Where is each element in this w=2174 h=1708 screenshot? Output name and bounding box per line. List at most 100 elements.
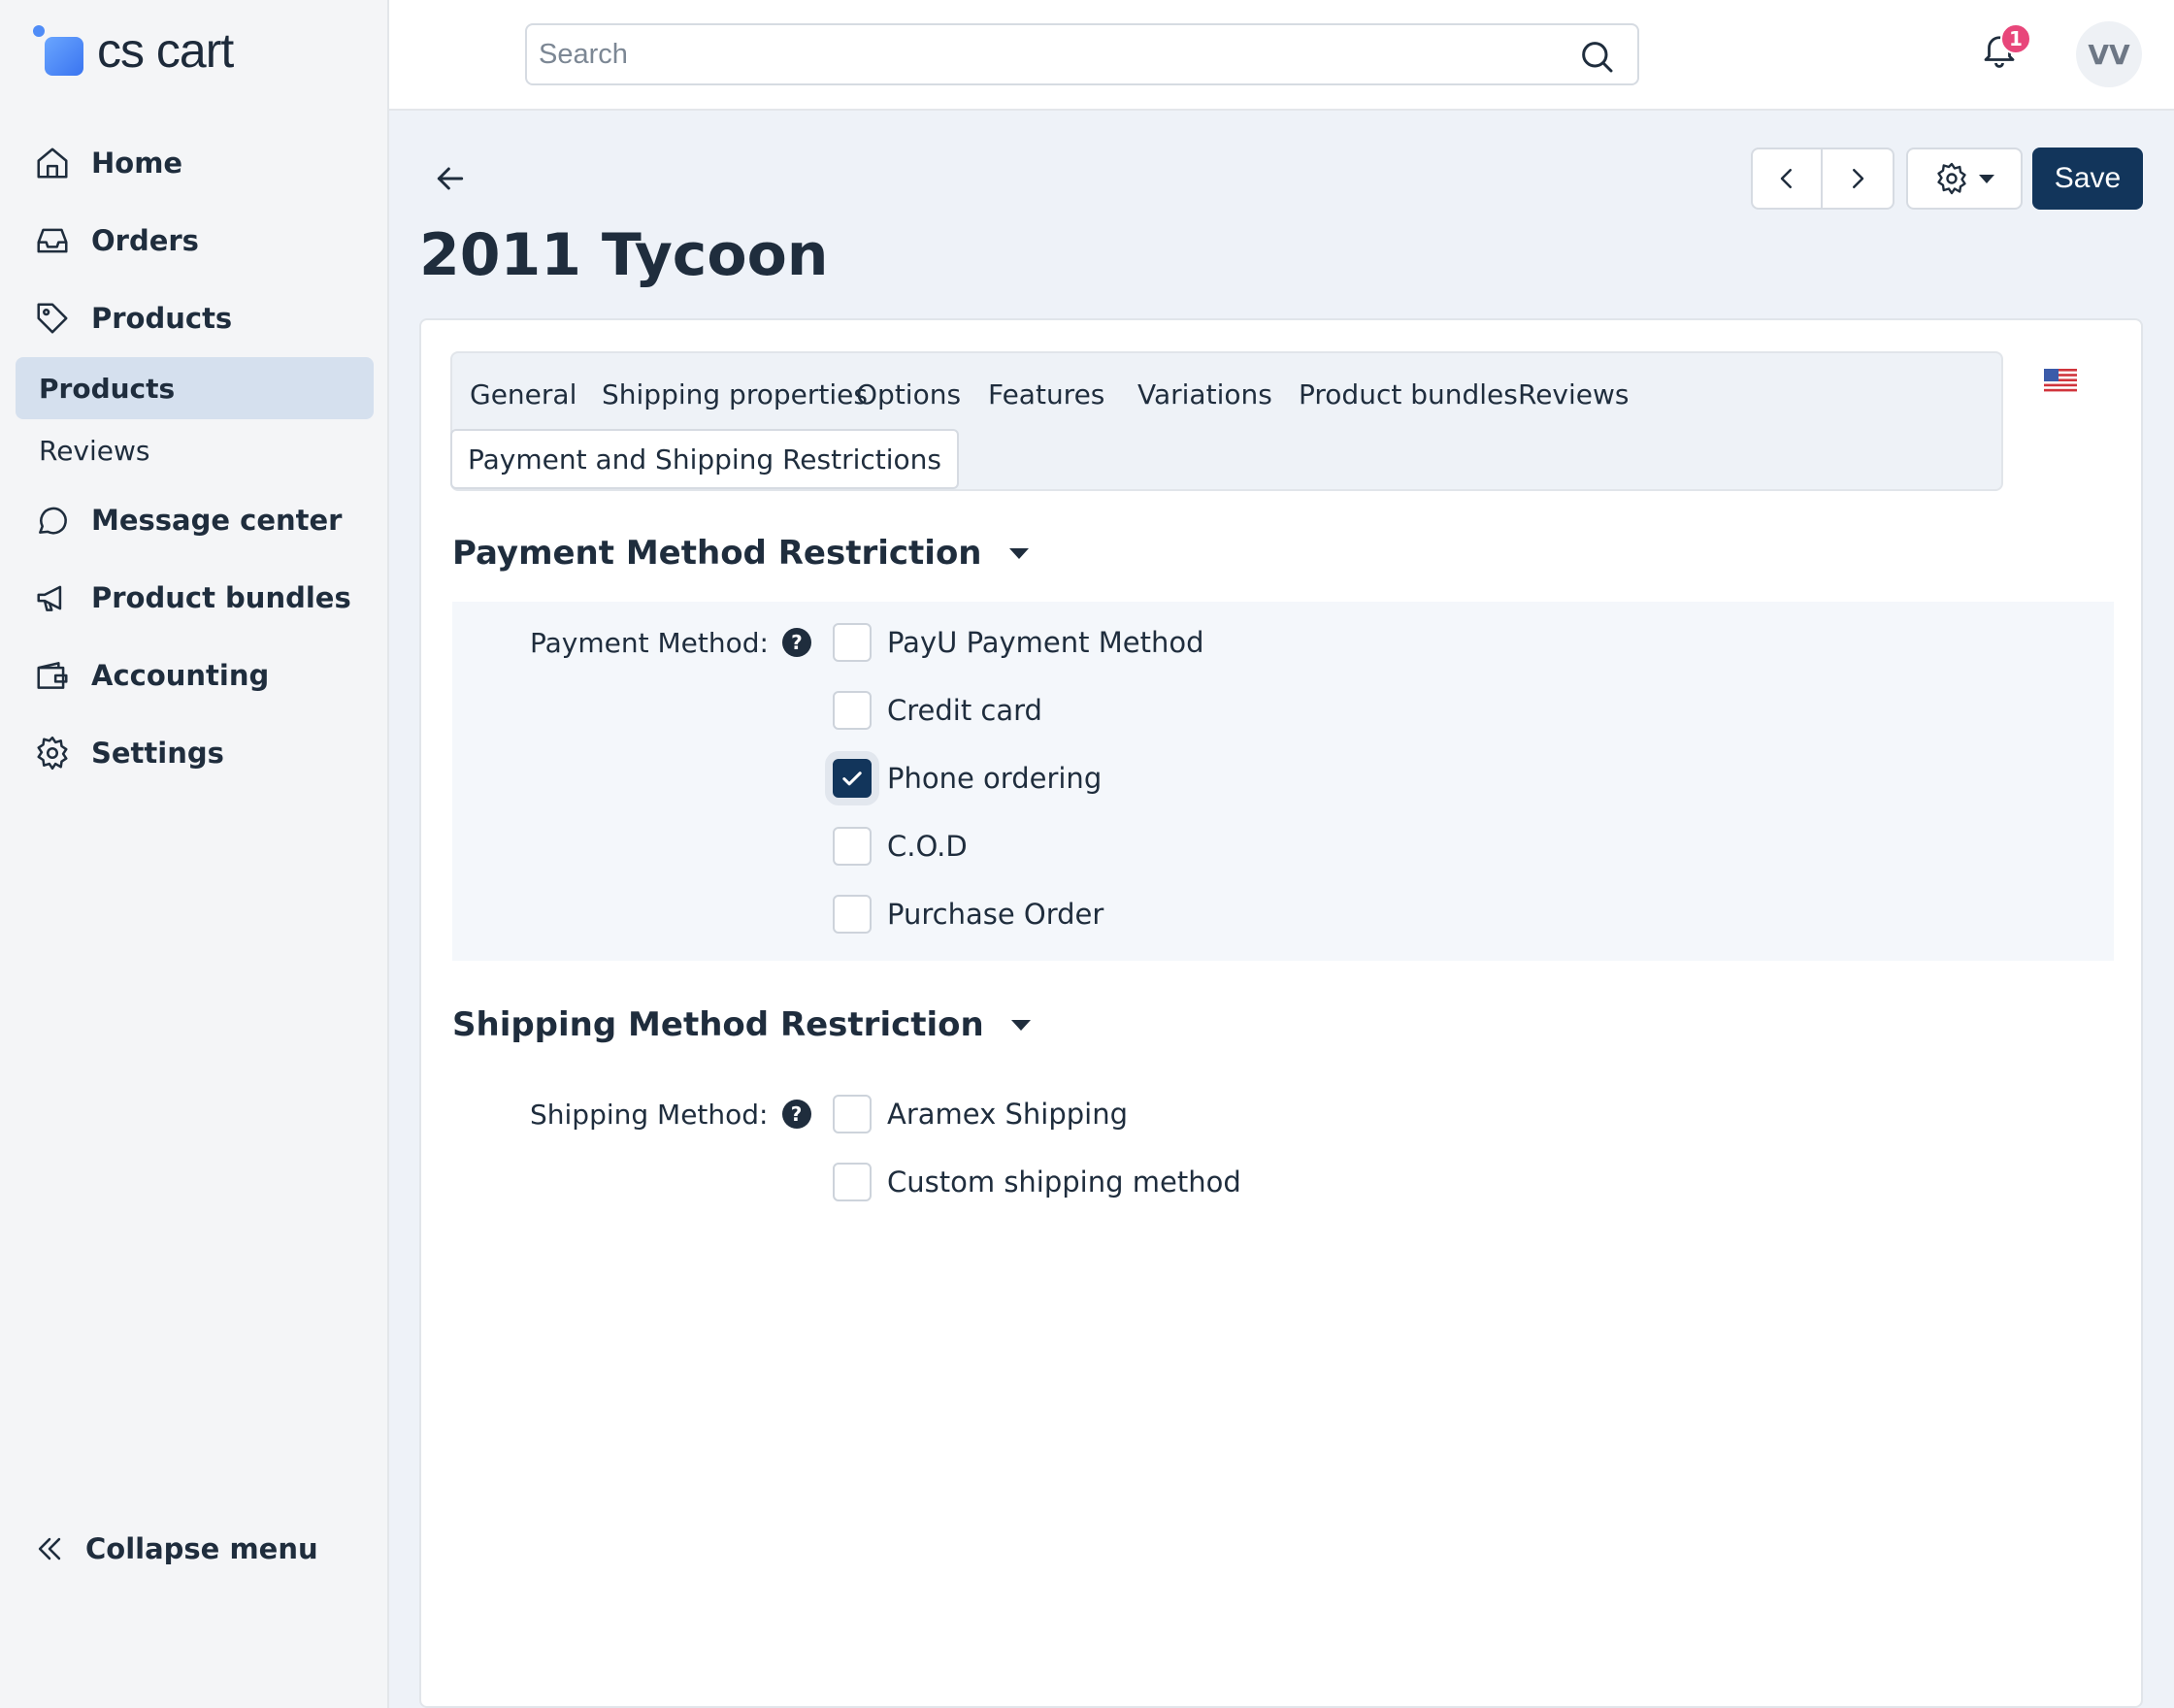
collapse-menu-label: Collapse menu bbox=[85, 1532, 318, 1565]
search-box bbox=[525, 23, 1639, 85]
tab-bar: General Shipping properties Options Feat… bbox=[450, 351, 2003, 491]
tab-payment-shipping-restrictions[interactable]: Payment and Shipping Restrictions bbox=[450, 429, 960, 489]
sidebar-item-label: Home bbox=[91, 147, 183, 180]
option-label: Phone ordering bbox=[887, 762, 1103, 795]
logo[interactable]: cs cart bbox=[31, 21, 234, 80]
shipping-option-custom[interactable]: Custom shipping method bbox=[833, 1161, 1241, 1203]
wallet-icon bbox=[33, 656, 72, 695]
sidebar-item-label: Message center bbox=[91, 504, 343, 537]
checkbox[interactable] bbox=[833, 827, 872, 866]
avatar[interactable]: VV bbox=[2076, 21, 2142, 87]
tab-label: Payment and Shipping Restrictions bbox=[468, 443, 942, 476]
search-input[interactable] bbox=[527, 25, 1575, 83]
inbox-icon bbox=[33, 221, 72, 260]
us-flag-icon[interactable] bbox=[2044, 369, 2077, 392]
tab-features[interactable]: Features bbox=[972, 365, 1120, 423]
previous-button[interactable] bbox=[1751, 148, 1823, 210]
sidebar-item-label: Accounting bbox=[91, 659, 270, 692]
help-icon[interactable]: ? bbox=[781, 628, 811, 657]
tab-label: Product bundles bbox=[1299, 378, 1518, 411]
sidebar-subitem-label: Reviews bbox=[39, 434, 150, 467]
shipping-method-label: Shipping Method: ? bbox=[530, 1093, 811, 1135]
checkbox[interactable] bbox=[833, 691, 872, 730]
sidebar-item-home[interactable]: Home bbox=[0, 124, 389, 202]
payment-section-toggle[interactable]: Payment Method Restriction bbox=[452, 534, 1029, 573]
tab-shipping-properties[interactable]: Shipping properties bbox=[586, 365, 883, 423]
tab-reviews[interactable]: Reviews bbox=[1502, 365, 1645, 423]
option-label: Aramex Shipping bbox=[887, 1098, 1129, 1131]
next-button[interactable] bbox=[1823, 148, 1894, 210]
checkmark-icon bbox=[842, 772, 862, 786]
sidebar-item-label: Product bundles bbox=[91, 581, 351, 614]
home-icon bbox=[33, 144, 72, 182]
payment-option-payu[interactable]: PayU Payment Method bbox=[833, 621, 1204, 664]
product-card: General Shipping properties Options Feat… bbox=[419, 318, 2143, 1708]
tab-label: Reviews bbox=[1518, 378, 1630, 411]
chevron-left-icon bbox=[1780, 169, 1792, 188]
tab-variations[interactable]: Variations bbox=[1122, 365, 1288, 423]
payment-option-purchase-order[interactable]: Purchase Order bbox=[833, 893, 1103, 936]
payment-option-phone-ordering[interactable]: Phone ordering bbox=[833, 757, 1102, 800]
tab-general[interactable]: General bbox=[454, 365, 592, 423]
tab-label: Shipping properties bbox=[602, 378, 868, 411]
chat-icon bbox=[33, 501, 72, 540]
tab-options[interactable]: Options bbox=[840, 365, 976, 423]
payment-option-credit-card[interactable]: Credit card bbox=[833, 689, 1042, 732]
shipping-section-toggle[interactable]: Shipping Method Restriction bbox=[452, 1005, 1031, 1044]
shipping-panel: Shipping Method: ? Aramex Shipping Custo… bbox=[452, 1073, 2114, 1229]
chevron-right-icon bbox=[1853, 169, 1864, 188]
sidebar-item-label: Orders bbox=[91, 224, 199, 257]
checkbox[interactable] bbox=[833, 1163, 872, 1201]
tab-label: General bbox=[470, 378, 577, 411]
settings-dropdown-button[interactable] bbox=[1906, 148, 2023, 210]
sidebar: cs cart Home Orders Products Products Re… bbox=[0, 0, 389, 1708]
sidebar-item-label: Products bbox=[91, 302, 233, 335]
tab-label: Variations bbox=[1137, 378, 1272, 411]
sidebar-item-settings[interactable]: Settings bbox=[0, 714, 389, 792]
page-title: 2011 Tycoon bbox=[419, 221, 829, 289]
search-icon[interactable] bbox=[1577, 37, 1616, 76]
notification-badge: 1 bbox=[2000, 23, 2031, 54]
payment-panel: Payment Method: ? PayU Payment Method Cr… bbox=[452, 602, 2114, 961]
sidebar-subitem-products[interactable]: Products bbox=[16, 357, 374, 419]
sidebar-item-products[interactable]: Products bbox=[0, 279, 389, 357]
help-icon[interactable]: ? bbox=[781, 1100, 811, 1129]
gear-icon bbox=[1937, 162, 1966, 195]
sidebar-item-message-center[interactable]: Message center bbox=[0, 481, 389, 559]
payment-method-label: Payment Method: ? bbox=[530, 621, 811, 664]
tab-label: Options bbox=[856, 378, 962, 411]
chevron-down-icon bbox=[1979, 174, 1994, 183]
option-label: C.O.D bbox=[887, 830, 968, 863]
collapse-menu-button[interactable]: Collapse menu bbox=[33, 1514, 318, 1584]
sidebar-nav: Home Orders Products Products Reviews Me… bbox=[0, 124, 389, 792]
save-button[interactable]: Save bbox=[2032, 148, 2143, 210]
caret-down-icon bbox=[1010, 1019, 1031, 1031]
option-label: Custom shipping method bbox=[887, 1166, 1241, 1199]
logo-icon bbox=[31, 23, 87, 78]
sidebar-item-accounting[interactable]: Accounting bbox=[0, 637, 389, 714]
option-label: PayU Payment Method bbox=[887, 626, 1204, 659]
sidebar-item-orders[interactable]: Orders bbox=[0, 202, 389, 279]
shipping-option-aramex[interactable]: Aramex Shipping bbox=[833, 1093, 1128, 1135]
payment-option-cod[interactable]: C.O.D bbox=[833, 825, 968, 868]
sidebar-item-label: Settings bbox=[91, 737, 224, 770]
checkbox-checked[interactable] bbox=[833, 759, 872, 798]
option-label: Credit card bbox=[887, 694, 1042, 727]
prev-next-group bbox=[1751, 148, 1894, 210]
back-button[interactable] bbox=[431, 159, 470, 198]
sidebar-item-product-bundles[interactable]: Product bundles bbox=[0, 559, 389, 637]
checkbox[interactable] bbox=[833, 1095, 872, 1133]
arrow-left-icon bbox=[437, 167, 464, 190]
sidebar-subitem-reviews[interactable]: Reviews bbox=[0, 419, 389, 481]
logo-text: cs cart bbox=[97, 23, 234, 78]
checkbox[interactable] bbox=[833, 623, 872, 662]
gear-icon bbox=[33, 734, 72, 772]
field-label-text: Shipping Method: bbox=[530, 1098, 769, 1131]
topbar: 1 VV bbox=[389, 0, 2174, 111]
caret-down-icon bbox=[1008, 547, 1029, 559]
sidebar-subitem-label: Products bbox=[39, 372, 176, 405]
payment-section-title: Payment Method Restriction bbox=[452, 534, 982, 573]
option-label: Purchase Order bbox=[887, 898, 1104, 931]
tab-product-bundles[interactable]: Product bundles bbox=[1283, 365, 1533, 423]
checkbox[interactable] bbox=[833, 895, 872, 934]
